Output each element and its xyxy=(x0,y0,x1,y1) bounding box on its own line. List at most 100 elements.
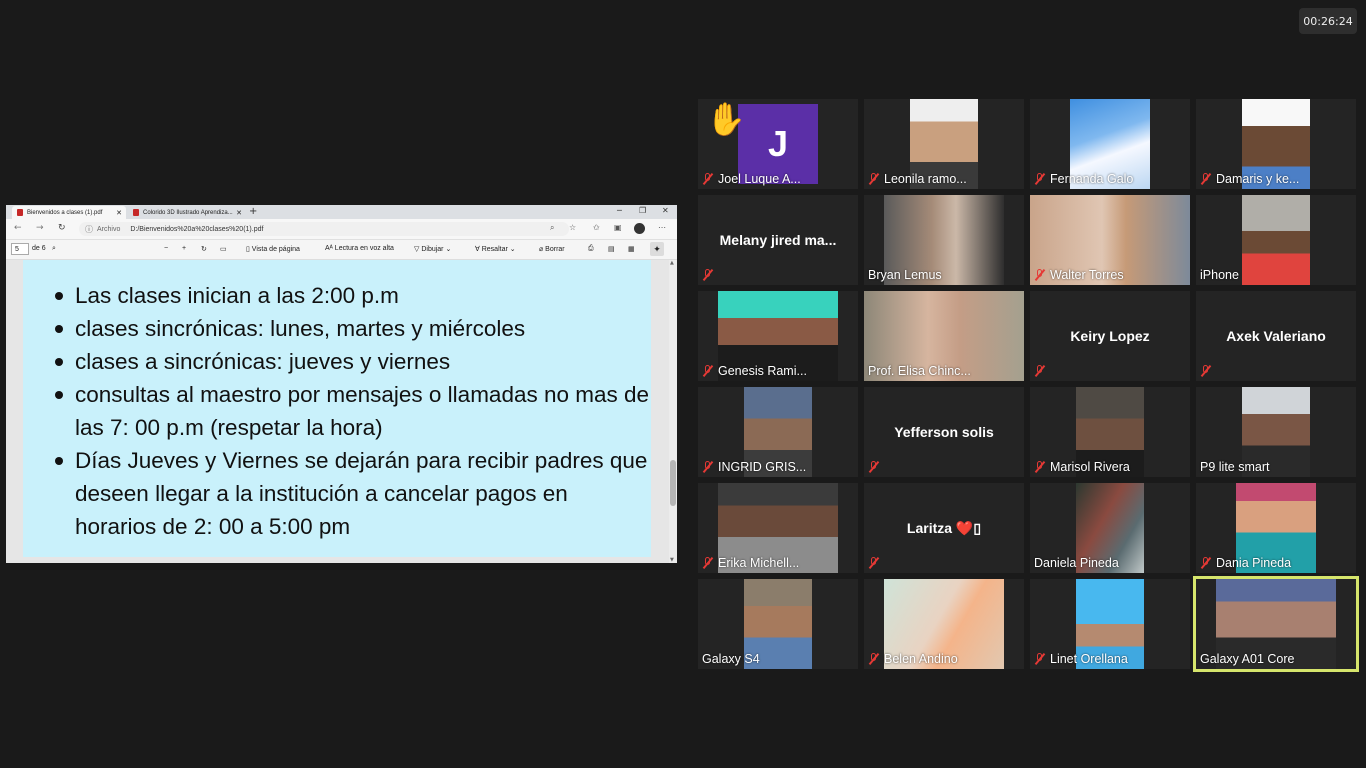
participant-name: Marisol Rivera xyxy=(1034,458,1130,476)
shared-screen: Bienvenidos a clases (1).pdf ✕ Colorido … xyxy=(6,205,677,563)
participant-tile-active-speaker[interactable]: Galaxy A01 Core xyxy=(1193,576,1359,672)
chevron-down-icon[interactable]: ⌄ xyxy=(444,246,451,253)
participant-tile[interactable]: Genesis Rami... xyxy=(698,291,858,381)
scroll-up-icon[interactable]: ▲ xyxy=(670,260,674,266)
search-icon[interactable]: ⌕ xyxy=(550,223,554,233)
favorites-icon[interactable]: ✩ xyxy=(593,223,600,232)
erase-button[interactable]: ⌀ Borrar xyxy=(539,245,565,253)
mic-muted-icon xyxy=(702,365,713,377)
participant-tile[interactable]: Prof. Elisa Chinc... xyxy=(864,291,1024,381)
participant-tile[interactable]: Linet Orellana xyxy=(1030,579,1190,669)
mic-muted-icon xyxy=(1034,653,1045,665)
fit-page-icon[interactable]: ▭ xyxy=(220,245,227,253)
participant-name: iPhone xyxy=(1200,268,1239,282)
draw-button[interactable]: ▽ Dibujar ⌄ xyxy=(414,245,451,253)
participant-tile[interactable]: Keiry Lopez xyxy=(1030,291,1190,381)
browser-tab[interactable]: Colorido 3D Ilustrado Aprendiza... ✕ xyxy=(128,206,246,219)
favorite-icon[interactable]: ☆ xyxy=(569,223,576,232)
pdf-icon xyxy=(133,209,139,216)
mic-muted-icon xyxy=(702,269,713,281)
participant-tile[interactable]: Bryan Lemus xyxy=(864,195,1024,285)
participant-tile[interactable]: iPhone xyxy=(1196,195,1356,285)
pin-icon[interactable]: ✦ xyxy=(650,242,664,256)
pdf-viewer: Las clases inician a las 2:00 p.m clases… xyxy=(6,260,677,563)
participant-tile[interactable]: Yefferson solis xyxy=(864,387,1024,477)
participant-tile[interactable]: Fernanda Galo xyxy=(1030,99,1190,189)
vertical-scrollbar[interactable]: ▲ ▼ xyxy=(669,260,677,563)
participant-name xyxy=(868,554,884,572)
mic-muted-icon xyxy=(1034,269,1045,281)
more-icon[interactable]: ⋯ xyxy=(658,223,666,232)
participant-name xyxy=(702,266,718,284)
participant-name: Erika Michell... xyxy=(702,554,799,572)
page-number-input[interactable]: 5 xyxy=(11,243,29,255)
participant-name xyxy=(1200,362,1216,380)
collections-icon[interactable]: ▣ xyxy=(614,223,622,232)
highlight-button[interactable]: ∀ Resaltar ⌄ xyxy=(475,245,516,253)
participant-tile[interactable]: Marisol Rivera xyxy=(1030,387,1190,477)
back-icon[interactable]: ← xyxy=(14,223,22,233)
forward-icon[interactable]: → xyxy=(36,223,44,233)
chevron-down-icon[interactable]: ⌄ xyxy=(508,246,516,253)
pdf-icon xyxy=(17,209,23,216)
zoom-out-icon[interactable]: − xyxy=(164,245,168,252)
participant-name: Walter Torres xyxy=(1034,266,1124,284)
refresh-icon[interactable]: ↻ xyxy=(58,223,66,233)
read-aloud-icon: Aᴬ xyxy=(325,245,335,252)
participant-tile[interactable]: Laritza ❤️▯ xyxy=(864,483,1024,573)
participant-tile[interactable]: Dania Pineda xyxy=(1196,483,1356,573)
participant-tile[interactable]: Erika Michell... xyxy=(698,483,858,573)
participant-display-name: Axek Valeriano xyxy=(1226,328,1326,344)
read-aloud-button[interactable]: Aᴬ Lectura en voz alta xyxy=(325,245,394,252)
participant-tile[interactable]: Daniela Pineda xyxy=(1030,483,1190,573)
bullet-item: clases sincrónicas: lunes, martes y miér… xyxy=(55,312,651,345)
scroll-thumb[interactable] xyxy=(670,460,676,506)
close-tab-icon[interactable]: ✕ xyxy=(236,209,242,217)
zoom-in-icon[interactable]: + xyxy=(182,245,186,252)
mic-muted-icon xyxy=(1034,461,1045,473)
scroll-down-icon[interactable]: ▼ xyxy=(670,557,674,563)
participant-tile[interactable]: Melany jired ma... xyxy=(698,195,858,285)
page-view-button[interactable]: ▯ Vista de página xyxy=(246,245,300,253)
bullet-item: Días Jueves y Viernes se dejarán para re… xyxy=(55,444,651,543)
close-window-icon[interactable]: ✕ xyxy=(662,206,669,215)
rotate-icon[interactable]: ↻ xyxy=(201,245,207,253)
participant-display-name: Keiry Lopez xyxy=(1070,328,1150,344)
participant-name: Prof. Elisa Chinc... xyxy=(868,364,971,378)
participant-display-name: Yefferson solis xyxy=(894,424,994,440)
participant-name: Damaris y ke... xyxy=(1200,170,1299,188)
url-field[interactable]: ⓘ Archivo D:/Bienvenidos%20a%20clases%20… xyxy=(79,222,569,236)
profile-avatar[interactable] xyxy=(634,223,645,236)
new-tab-icon[interactable]: + xyxy=(249,206,257,217)
browser-tab[interactable]: Bienvenidos a clases (1).pdf ✕ xyxy=(12,206,126,219)
participant-name: Daniela Pineda xyxy=(1034,556,1119,570)
restore-icon[interactable]: ❐ xyxy=(639,206,646,215)
participant-tile[interactable]: INGRID GRIS... xyxy=(698,387,858,477)
mic-muted-icon xyxy=(868,173,879,185)
search-icon[interactable]: ⌕ xyxy=(52,245,56,253)
participant-name: Linet Orellana xyxy=(1034,650,1128,668)
origin-label: Archivo xyxy=(97,225,121,233)
participant-name: Joel Luque A... xyxy=(702,170,801,188)
save-as-icon[interactable]: ▦ xyxy=(628,245,635,253)
page-total: de 6 xyxy=(32,245,46,252)
save-icon[interactable]: ▤ xyxy=(608,245,615,253)
print-icon[interactable]: ⎙ xyxy=(588,245,594,253)
mic-muted-icon xyxy=(702,461,713,473)
participant-tile[interactable]: Walter Torres xyxy=(1030,195,1190,285)
mic-muted-icon xyxy=(1200,365,1211,377)
participant-tile[interactable]: Galaxy S4 xyxy=(698,579,858,669)
info-icon: ⓘ xyxy=(85,224,93,234)
participant-tile[interactable]: P9 lite smart xyxy=(1196,387,1356,477)
participant-tile[interactable]: Leonila ramo... xyxy=(864,99,1024,189)
raised-hand-icon: ✋ xyxy=(706,100,746,138)
participant-tile[interactable]: Damaris y ke... xyxy=(1196,99,1356,189)
participant-name: P9 lite smart xyxy=(1200,460,1270,474)
participant-tile[interactable]: Belen Andino xyxy=(864,579,1024,669)
participant-tile[interactable]: Axek Valeriano xyxy=(1196,291,1356,381)
pdf-toolbar: 5 de 6 ⌕ − + ↻ ▭ ▯ Vista de página Aᴬ Le… xyxy=(6,240,677,260)
participant-tile[interactable]: J ✋ Joel Luque A... xyxy=(698,99,858,189)
minimize-icon[interactable]: ─ xyxy=(617,206,622,215)
tab-label: Bienvenidos a clases (1).pdf xyxy=(27,209,103,216)
close-tab-icon[interactable]: ✕ xyxy=(116,209,122,217)
